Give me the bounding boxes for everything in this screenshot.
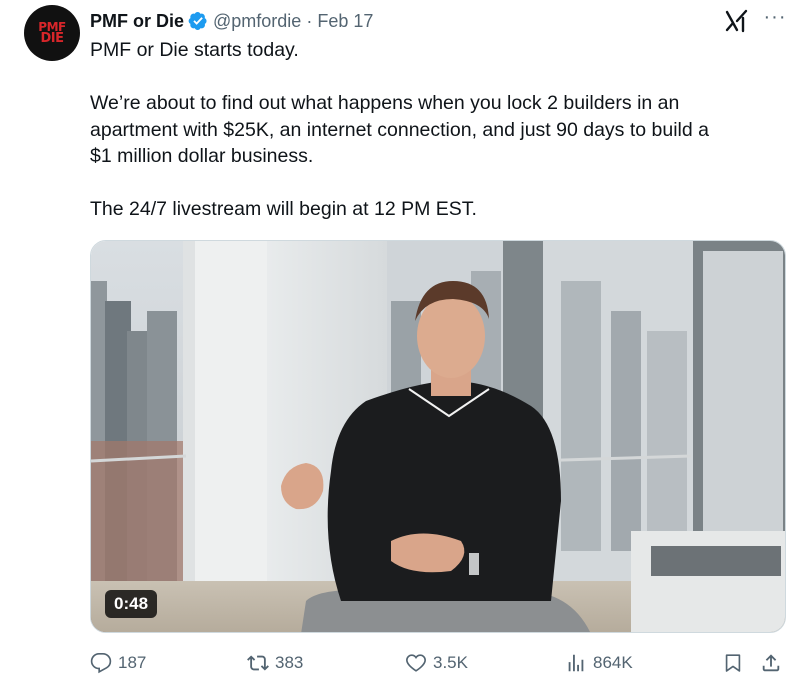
repost-count: 383 xyxy=(275,653,304,672)
share-icon xyxy=(762,654,780,672)
video-duration-badge: 0:48 xyxy=(105,590,158,618)
like-count: 3.5K xyxy=(433,653,468,672)
tweet-paragraph: The 24/7 livestream will begin at 12 PM … xyxy=(90,198,477,220)
tweet-paragraph: PMF or Die starts today. xyxy=(90,39,299,61)
reply-icon xyxy=(90,653,112,674)
video-player[interactable]: 0:48 xyxy=(90,240,786,633)
handle[interactable]: @pmfordie xyxy=(213,11,301,32)
avatar[interactable]: PMF DIE xyxy=(24,5,80,61)
like-icon xyxy=(406,654,426,672)
tweet-text: PMF or Die starts today. We’re about to … xyxy=(90,37,790,223)
repost-icon xyxy=(247,655,269,671)
grok-icon[interactable] xyxy=(724,8,750,34)
like-button[interactable]: 3.5K xyxy=(405,648,468,678)
avatar-text-bottom: DIE xyxy=(40,31,64,46)
reply-button[interactable]: 187 xyxy=(90,648,146,678)
separator-dot: · xyxy=(306,10,313,31)
tweet-actions: 187 383 3.5K 864K xyxy=(90,648,790,678)
repost-button[interactable]: 383 xyxy=(247,648,303,678)
display-name[interactable]: PMF or Die xyxy=(90,11,184,32)
views-button[interactable]: 864K xyxy=(565,648,633,678)
tweet-paragraph: We’re about to find out what happens whe… xyxy=(90,92,709,167)
views-icon xyxy=(568,654,584,672)
video-frame xyxy=(91,241,785,632)
more-options-icon[interactable]: ··· xyxy=(760,4,790,30)
tweet-date[interactable]: Feb 17 xyxy=(317,11,373,32)
reply-count: 187 xyxy=(118,653,147,672)
views-count: 864K xyxy=(593,653,633,672)
verified-badge-icon[interactable] xyxy=(188,11,208,31)
bookmark-button[interactable] xyxy=(722,648,750,678)
bookmark-icon xyxy=(725,654,741,672)
tweet-header: PMF or Die @pmfordie · Feb 17 xyxy=(90,9,373,33)
share-button[interactable] xyxy=(760,648,788,678)
